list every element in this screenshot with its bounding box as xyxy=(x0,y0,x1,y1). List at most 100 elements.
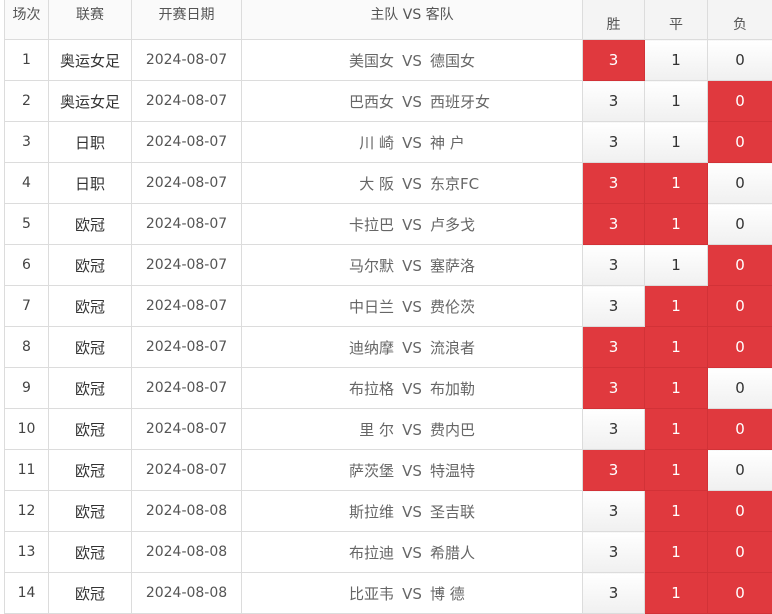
pick-lose-button[interactable]: 0 xyxy=(708,409,772,450)
table-row: 11欧冠2024-08-07萨茨堡VS特温特310 xyxy=(5,450,772,491)
pick-win-button[interactable]: 3 xyxy=(583,286,645,327)
table-row: 14欧冠2024-08-08比亚韦VS博 德310 xyxy=(5,573,772,614)
pick-lose-button[interactable]: 0 xyxy=(708,122,772,163)
pick-draw-value: 1 xyxy=(671,92,681,110)
match-teams: 里 尔VS费内巴 xyxy=(242,409,583,450)
match-date: 2024-08-07 xyxy=(132,368,242,409)
home-team: 布拉格 xyxy=(244,378,394,399)
pick-draw-value: 1 xyxy=(671,584,681,602)
pick-win-button[interactable]: 3 xyxy=(583,81,645,122)
away-team: 博 德 xyxy=(430,583,580,604)
table-row: 13欧冠2024-08-08布拉迪VS希腊人310 xyxy=(5,532,772,573)
pick-win-button[interactable]: 3 xyxy=(583,40,645,81)
league-name: 欧冠 xyxy=(49,409,132,450)
away-team: 希腊人 xyxy=(430,542,580,563)
pick-draw-value: 1 xyxy=(671,297,681,315)
league-name: 欧冠 xyxy=(49,368,132,409)
league-name: 欧冠 xyxy=(49,532,132,573)
table-row: 8欧冠2024-08-07迪纳摩VS流浪者310 xyxy=(5,327,772,368)
vs-label: VS xyxy=(394,257,430,275)
pick-draw-button[interactable]: 1 xyxy=(645,286,708,327)
vs-label: VS xyxy=(394,298,430,316)
pick-lose-button[interactable]: 0 xyxy=(708,163,772,204)
vs-label: VS xyxy=(394,339,430,357)
home-team: 卡拉巴 xyxy=(244,214,394,235)
away-team: 东京FC xyxy=(430,173,580,194)
pick-draw-value: 1 xyxy=(671,543,681,561)
match-date: 2024-08-07 xyxy=(132,286,242,327)
pick-draw-button[interactable]: 1 xyxy=(645,368,708,409)
league-name: 日职 xyxy=(49,122,132,163)
pick-win-button[interactable]: 3 xyxy=(583,368,645,409)
pick-draw-value: 1 xyxy=(671,174,681,192)
pick-lose-button[interactable]: 0 xyxy=(708,573,772,614)
pick-draw-value: 1 xyxy=(671,502,681,520)
header-league: 联赛 xyxy=(49,0,132,40)
pick-win-button[interactable]: 3 xyxy=(583,163,645,204)
header-win: 胜 xyxy=(583,0,645,40)
pick-win-button[interactable]: 3 xyxy=(583,409,645,450)
pick-lose-button[interactable]: 0 xyxy=(708,368,772,409)
away-team: 布加勒 xyxy=(430,378,580,399)
pick-lose-value: 0 xyxy=(735,543,745,561)
pick-draw-button[interactable]: 1 xyxy=(645,409,708,450)
home-team: 迪纳摩 xyxy=(244,337,394,358)
pick-lose-button[interactable]: 0 xyxy=(708,204,772,245)
pick-draw-value: 1 xyxy=(671,51,681,69)
pick-lose-button[interactable]: 0 xyxy=(708,286,772,327)
pick-win-button[interactable]: 3 xyxy=(583,491,645,532)
pick-win-button[interactable]: 3 xyxy=(583,450,645,491)
vs-label: VS xyxy=(394,52,430,70)
pick-draw-button[interactable]: 1 xyxy=(645,327,708,368)
pick-draw-button[interactable]: 1 xyxy=(645,81,708,122)
table-header: 场次 联赛 开赛日期 主队 VS 客队 胜 平 负 xyxy=(5,0,772,40)
round-number: 12 xyxy=(5,491,49,532)
pick-lose-button[interactable]: 0 xyxy=(708,532,772,573)
pick-win-button[interactable]: 3 xyxy=(583,245,645,286)
pick-lose-value: 0 xyxy=(735,51,745,69)
pick-draw-button[interactable]: 1 xyxy=(645,40,708,81)
pick-lose-value: 0 xyxy=(735,420,745,438)
away-team: 圣吉联 xyxy=(430,501,580,522)
pick-lose-button[interactable]: 0 xyxy=(708,81,772,122)
pick-win-button[interactable]: 3 xyxy=(583,122,645,163)
round-number: 4 xyxy=(5,163,49,204)
pick-lose-value: 0 xyxy=(735,174,745,192)
pick-win-button[interactable]: 3 xyxy=(583,573,645,614)
pick-win-button[interactable]: 3 xyxy=(583,204,645,245)
match-date: 2024-08-07 xyxy=(132,81,242,122)
match-teams: 布拉迪VS希腊人 xyxy=(242,532,583,573)
pick-lose-button[interactable]: 0 xyxy=(708,40,772,81)
round-number: 1 xyxy=(5,40,49,81)
pick-lose-button[interactable]: 0 xyxy=(708,327,772,368)
pick-draw-button[interactable]: 1 xyxy=(645,204,708,245)
header-row: 场次 联赛 开赛日期 主队 VS 客队 胜 平 负 xyxy=(5,0,772,40)
table-row: 10欧冠2024-08-07里 尔VS费内巴310 xyxy=(5,409,772,450)
round-number: 7 xyxy=(5,286,49,327)
pick-draw-button[interactable]: 1 xyxy=(645,532,708,573)
pick-win-button[interactable]: 3 xyxy=(583,532,645,573)
home-team: 巴西女 xyxy=(244,91,394,112)
table-row: 3日职2024-08-07川 崎VS神 户310 xyxy=(5,122,772,163)
league-name: 欧冠 xyxy=(49,327,132,368)
pick-draw-button[interactable]: 1 xyxy=(645,450,708,491)
league-name: 奥运女足 xyxy=(49,40,132,81)
pick-draw-button[interactable]: 1 xyxy=(645,122,708,163)
vs-label: VS xyxy=(394,134,430,152)
home-team: 川 崎 xyxy=(244,132,394,153)
pick-draw-button[interactable]: 1 xyxy=(645,573,708,614)
pick-draw-button[interactable]: 1 xyxy=(645,245,708,286)
vs-label: VS xyxy=(394,380,430,398)
pick-lose-button[interactable]: 0 xyxy=(708,245,772,286)
match-teams: 美国女VS德国女 xyxy=(242,40,583,81)
pick-draw-value: 1 xyxy=(671,256,681,274)
pick-draw-button[interactable]: 1 xyxy=(645,491,708,532)
home-team: 马尔默 xyxy=(244,255,394,276)
pick-lose-button[interactable]: 0 xyxy=(708,491,772,532)
vs-label: VS xyxy=(394,175,430,193)
pick-draw-button[interactable]: 1 xyxy=(645,163,708,204)
league-name: 奥运女足 xyxy=(49,81,132,122)
pick-win-button[interactable]: 3 xyxy=(583,327,645,368)
pick-lose-button[interactable]: 0 xyxy=(708,450,772,491)
match-teams: 马尔默VS塞萨洛 xyxy=(242,245,583,286)
